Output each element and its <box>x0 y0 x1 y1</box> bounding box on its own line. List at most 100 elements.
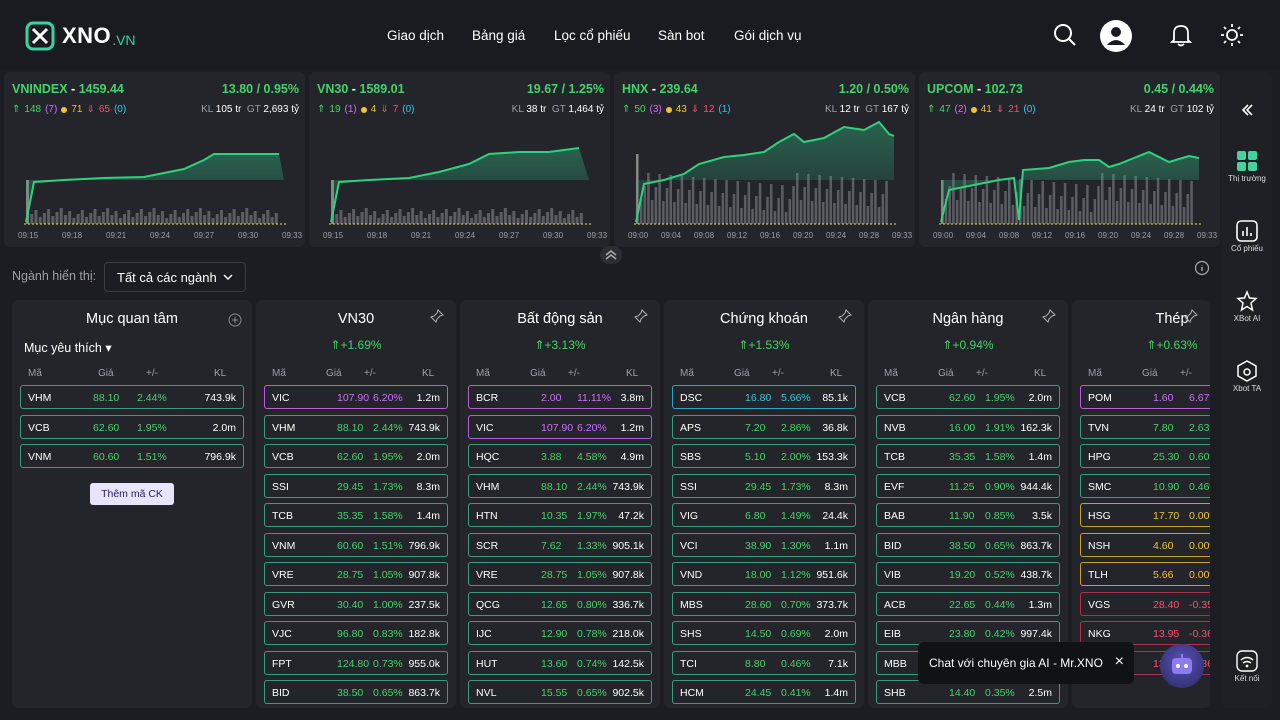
table-row[interactable]: VGS28.40-0.35% <box>1080 591 1210 616</box>
down-arrow-icon: ⇓ <box>86 104 95 115</box>
table-row[interactable]: QCG 12.65 0.80% 336.7k <box>468 591 652 616</box>
table-row[interactable]: VCB 62.60 1.95% 2.0m <box>876 385 1060 409</box>
nav-loc-co-phieu[interactable]: Lọc cổ phiếu <box>554 28 631 43</box>
collapse-charts-icon[interactable] <box>600 246 622 264</box>
table-row[interactable]: DSC 16.80 5.66% 85.1k <box>672 385 856 409</box>
sector-select[interactable]: Tất cả các ngành <box>104 262 246 292</box>
table-row[interactable]: FPT 124.80 0.73% 955.0k <box>264 650 448 675</box>
sector-title: VN30 <box>337 311 375 327</box>
table-row[interactable]: VJC 96.80 0.83% 182.8k <box>264 621 448 645</box>
table-row[interactable]: NVL 15.55 0.65% 902.5k <box>468 680 652 704</box>
table-row[interactable]: TCB 35.35 1.58% 1.4m <box>264 503 448 527</box>
table-row[interactable]: TVN7.802.63% <box>1080 414 1210 439</box>
table-row[interactable]: VIB 19.20 0.52% 438.7k <box>876 562 1060 586</box>
index-panel-vn30[interactable]: VN30 - 1589.01 19.67 / 1.25% ⇑ 19 (1) 4 ⇓ 7 (0… <box>309 72 610 247</box>
ref-dot-icon <box>360 106 367 113</box>
bot-icon <box>1236 290 1258 312</box>
sidebar-item-ket-noi[interactable]: Kết nối <box>1222 650 1272 683</box>
table-row[interactable]: TLH5.660.00% <box>1080 562 1210 586</box>
chat-label: Chat với chuyên gia AI - Mr.XNO <box>929 656 1103 670</box>
nav-giao-dich[interactable]: Giao dịch <box>387 28 444 43</box>
sidebar-item-xbot-ai[interactable]: XBot AI <box>1222 290 1272 323</box>
table-row[interactable]: VIC 107.90 6.20% 1.2m <box>264 385 448 409</box>
table-row[interactable]: HUT 13.60 0.74% 142.5k <box>468 650 652 675</box>
table-row[interactable]: VND 18.00 1.12% 951.6k <box>672 562 856 586</box>
table-row[interactable]: APS 7.20 2.86% 36.8k <box>672 414 856 439</box>
table-row[interactable]: IJC 12.90 0.78% 218.0k <box>468 621 652 645</box>
table-row[interactable]: SCR 7.62 1.33% 905.1k <box>468 532 652 557</box>
close-icon[interactable]: × <box>1115 653 1124 671</box>
table-row[interactable]: GVR 30.40 1.00% 237.5k <box>264 591 448 616</box>
table-row[interactable]: VNM 60.60 1.51% 796.9k <box>20 444 244 468</box>
table-row[interactable]: VNM 60.60 1.51% 796.9k <box>264 532 448 557</box>
table-row[interactable]: BAB 11.90 0.85% 3.5k <box>876 503 1060 527</box>
table-row[interactable]: VCB 62.60 1.95% 2.0m <box>264 444 448 468</box>
time-tick: 09:15 <box>18 231 39 240</box>
sidebar-item-thi-truong[interactable]: Thị trường <box>1222 150 1272 183</box>
table-row[interactable]: TCI 8.80 0.46% 7.1k <box>672 650 856 675</box>
table-row[interactable]: POM1.606.67% <box>1080 385 1210 409</box>
info-icon[interactable] <box>1194 260 1210 276</box>
search-icon[interactable] <box>1052 22 1078 48</box>
table-row[interactable]: HPG25.300.60% <box>1080 444 1210 468</box>
table-row[interactable]: BCR 2.00 11.11% 3.8m <box>468 385 652 409</box>
bell-icon[interactable] <box>1168 22 1194 48</box>
col-vol[interactable]: KL <box>214 368 226 379</box>
table-row[interactable]: VHM 88.10 2.44% 743.9k <box>264 414 448 439</box>
table-row[interactable]: ACB 22.65 0.44% 1.3m <box>876 591 1060 616</box>
add-circle-icon[interactable] <box>228 313 242 327</box>
table-row[interactable]: NSH4.600.00% <box>1080 532 1210 557</box>
table-row[interactable]: SBS 5.10 2.00% 153.3k <box>672 444 856 468</box>
sidebar-item-xbot-ta[interactable]: Xbot TA <box>1222 360 1272 393</box>
ai-chat-prompt[interactable]: Chat với chuyên gia AI - Mr.XNO × <box>918 642 1134 684</box>
table-row[interactable]: VIC 107.90 6.20% 1.2m <box>468 414 652 439</box>
time-tick: 09:24 <box>826 231 847 240</box>
logo[interactable]: XNO .VN <box>24 18 144 54</box>
col-pct[interactable]: +/- <box>146 368 158 379</box>
theme-toggle-icon[interactable] <box>1219 22 1245 48</box>
table-row[interactable]: MBS 28.60 0.70% 373.7k <box>672 591 856 616</box>
table-row[interactable]: TCB 35.35 1.58% 1.4m <box>876 444 1060 468</box>
table-row[interactable]: NVB 16.00 1.91% 162.3k <box>876 414 1060 439</box>
table-row[interactable]: VHM 88.10 2.44% 743.9k <box>468 473 652 498</box>
sidebar-label: Thị trường <box>1228 174 1266 183</box>
nav-bang-gia[interactable]: Bảng giá <box>472 28 525 43</box>
add-symbol-button[interactable]: Thêm mã CK <box>90 483 174 505</box>
down-arrow-icon: ⇓ <box>690 104 700 115</box>
table-row[interactable]: VHM 88.10 2.44% 743.9k <box>20 385 244 409</box>
pin-icon[interactable] <box>1184 309 1198 323</box>
table-row[interactable]: BID 38.50 0.65% 863.7k <box>264 680 448 704</box>
pin-icon[interactable] <box>1042 309 1056 323</box>
down-arrow-icon: ⇓ <box>380 104 389 115</box>
table-row[interactable]: HSG17.700.00% <box>1080 503 1210 527</box>
ai-bot-avatar[interactable] <box>1160 644 1204 688</box>
table-row[interactable]: BID 38.50 0.65% 863.7k <box>876 532 1060 557</box>
index-panel-upcom[interactable]: UPCOM - 102.73 0.45 / 0.44% ⇑ 47 (2) 41 ⇓ 21(… <box>919 72 1220 247</box>
table-row[interactable]: SSI 29.45 1.73% 8.3m <box>672 473 856 498</box>
table-row[interactable]: VCI 38.90 1.30% 1.1m <box>672 532 856 557</box>
pin-icon[interactable] <box>838 309 852 323</box>
sector-title: Chứng khoán <box>720 311 808 327</box>
table-row[interactable]: HTN 10.35 1.97% 47.2k <box>468 503 652 527</box>
avatar[interactable] <box>1100 20 1132 52</box>
table-row[interactable]: VIG 6.80 1.49% 24.4k <box>672 503 856 527</box>
nav-san-bot[interactable]: Sàn bot <box>658 28 705 43</box>
table-row[interactable]: SMC10.900.46% <box>1080 473 1210 498</box>
pin-icon[interactable] <box>430 309 444 323</box>
index-panel-hnx[interactable]: HNX - 239.64 1.20 / 0.50% ⇑ 50 (3) 43 ⇓ 12 (1)… <box>614 72 915 247</box>
sidebar-item-co-phieu[interactable]: Cổ phiếu <box>1222 220 1272 253</box>
table-row[interactable]: HQC 3.88 4.58% 4.9m <box>468 444 652 468</box>
table-row[interactable]: VRE 28.75 1.05% 907.8k <box>264 562 448 586</box>
nav-goi-dich-vu[interactable]: Gói dịch vụ <box>734 28 802 43</box>
table-row[interactable]: SSI 29.45 1.73% 8.3m <box>264 473 448 498</box>
table-row[interactable]: EVF 11.25 0.90% 944.4k <box>876 473 1060 498</box>
table-row[interactable]: HCM 24.45 0.41% 1.4m <box>672 680 856 704</box>
table-row[interactable]: VRE 28.75 1.05% 907.8k <box>468 562 652 586</box>
watchlist-dropdown[interactable]: Mục yêu thích ▾ <box>24 340 112 355</box>
table-row[interactable]: SHS 14.50 0.69% 2.0m <box>672 621 856 645</box>
time-tick: 09:21 <box>106 231 127 240</box>
table-row[interactable]: VCB 62.60 1.95% 2.0m <box>20 414 244 439</box>
pin-icon[interactable] <box>634 309 648 323</box>
index-panel-vnindex[interactable]: VNINDEX - 1459.44 13.80 / 0.95% ⇑ 148 (7) 7… <box>4 72 305 247</box>
collapse-icon[interactable] <box>1239 102 1255 118</box>
